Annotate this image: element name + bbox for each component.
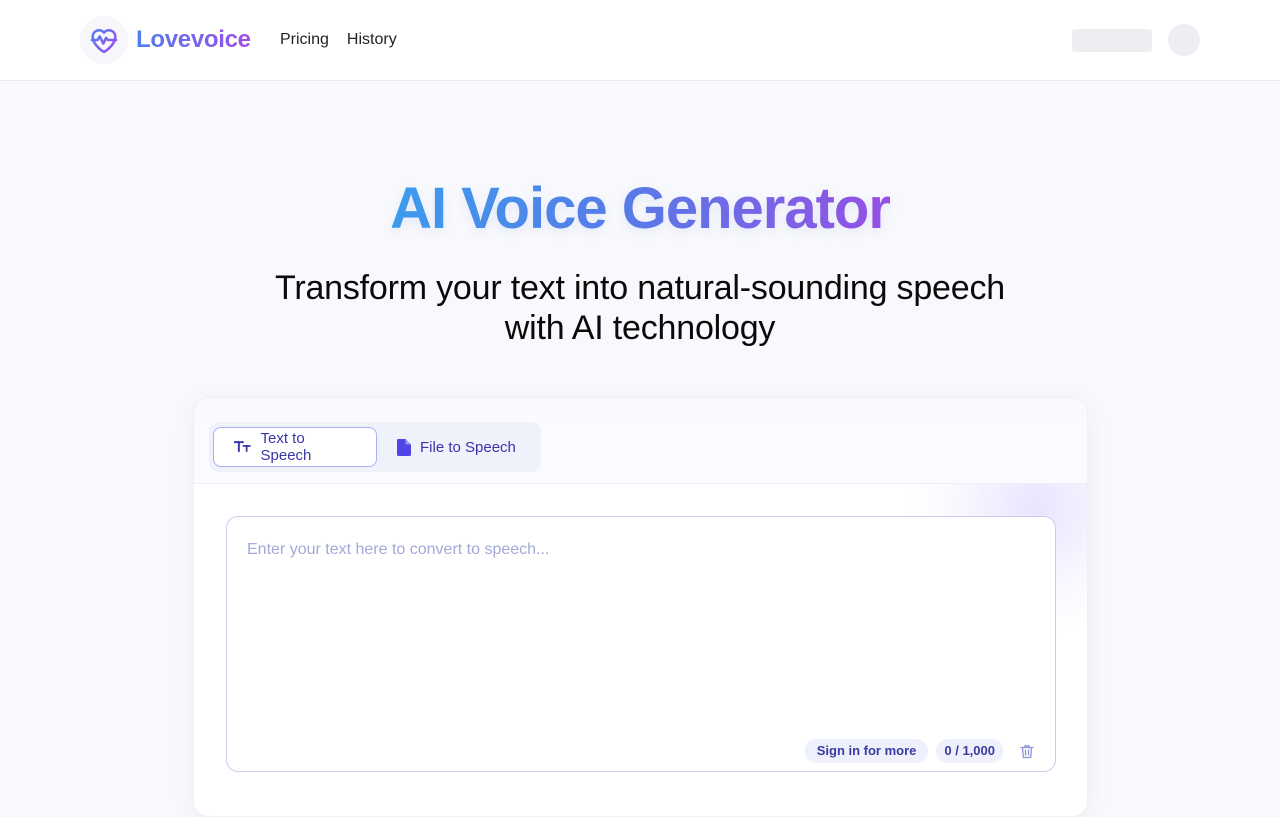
top-header: Lovevoice Pricing History: [0, 0, 1280, 81]
char-count: 0 / 1,000: [936, 739, 1003, 763]
avatar-placeholder: [1168, 24, 1200, 56]
trash-icon: [1020, 744, 1034, 758]
main-nav: Pricing History: [280, 31, 397, 49]
page-subtitle: Transform your text into natural-soundin…: [275, 269, 1005, 347]
sign-in-chip[interactable]: Sign in for more: [804, 739, 929, 763]
text-icon: [234, 441, 251, 452]
tabs-bar: Text to Speech File to Speech: [194, 398, 1087, 484]
tab-text-to-speech[interactable]: Text to Speech: [213, 427, 377, 467]
tab-file-to-speech[interactable]: File to Speech: [377, 427, 535, 467]
editor-footer: Sign in for more 0 / 1,000: [804, 739, 1039, 763]
page-title: AI Voice Generator: [390, 176, 891, 241]
mode-tabs: Text to Speech File to Speech: [209, 422, 541, 472]
text-input[interactable]: [227, 517, 1055, 771]
nav-history[interactable]: History: [347, 31, 397, 49]
generator-card: Text to Speech File to Speech Sign in fo…: [193, 397, 1088, 817]
heart-pulse-icon: [90, 28, 118, 54]
text-editor: Sign in for more 0 / 1,000: [226, 516, 1056, 772]
clear-button[interactable]: [1015, 739, 1039, 763]
loading-placeholder: [1072, 29, 1152, 52]
file-icon: [397, 438, 411, 456]
brand-name[interactable]: Lovevoice: [136, 26, 251, 54]
logo[interactable]: [80, 16, 128, 64]
nav-pricing[interactable]: Pricing: [280, 31, 329, 49]
